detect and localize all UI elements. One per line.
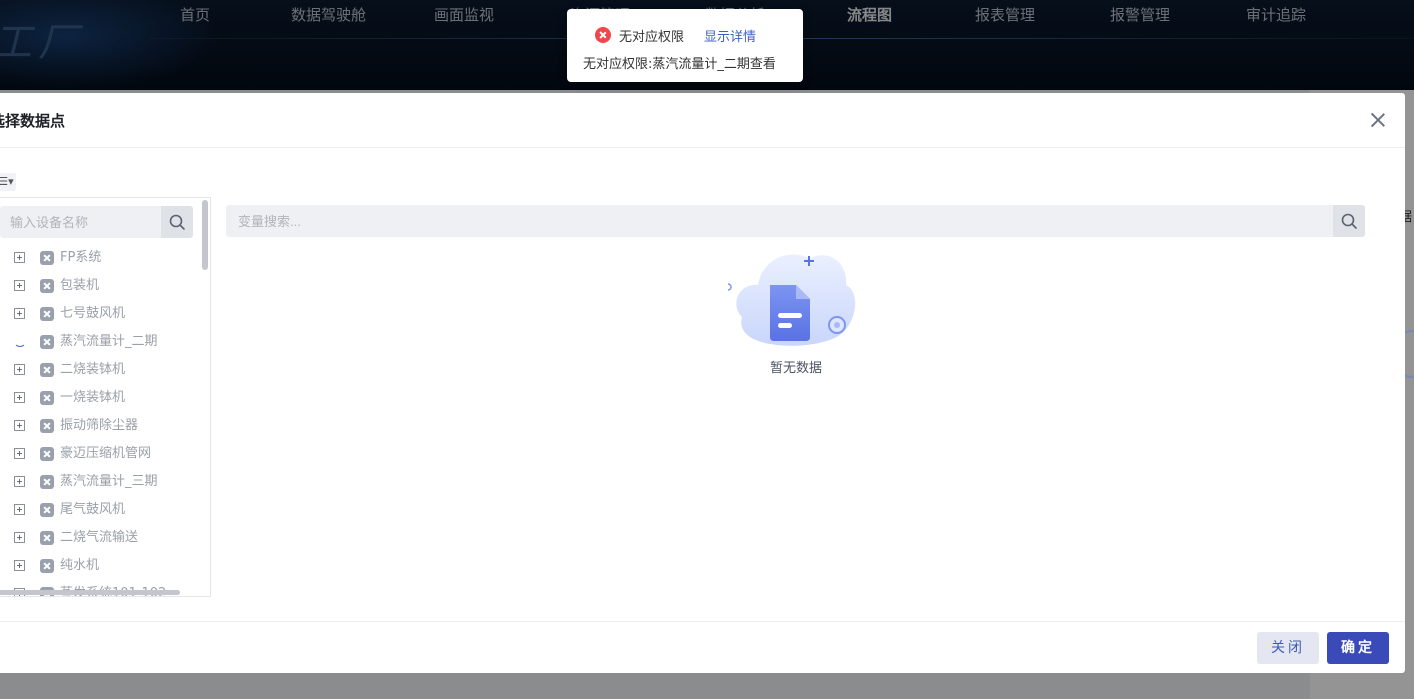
expand-icon[interactable] xyxy=(14,280,25,291)
device-icon xyxy=(40,475,54,489)
variable-search-input[interactable] xyxy=(226,205,1326,237)
toast-message: 无对应权限:蒸汽流量计_二期查看 xyxy=(583,57,776,72)
show-details-link[interactable]: 显示详情 xyxy=(704,26,756,45)
tree-node-label[interactable]: 振动筛除尘器 xyxy=(60,412,138,440)
tree-node[interactable]: 振动筛除尘器 xyxy=(0,412,200,440)
variable-search xyxy=(226,205,1365,237)
expand-icon[interactable] xyxy=(14,252,25,263)
expand-icon[interactable] xyxy=(14,308,25,319)
device-icon xyxy=(40,335,54,349)
device-icon xyxy=(40,251,54,265)
toast-title: 无对应权限 xyxy=(619,30,685,45)
device-search-input[interactable] xyxy=(0,206,160,238)
expand-icon[interactable] xyxy=(14,476,25,487)
tree-node[interactable]: 一烧装钵机 xyxy=(0,384,200,412)
device-icon xyxy=(40,279,54,293)
tree-node[interactable]: 尾气鼓风机 xyxy=(0,496,200,524)
tree-node-label[interactable]: FP系统 xyxy=(60,244,101,272)
expand-icon[interactable] xyxy=(14,364,25,375)
tree-node[interactable]: 二烧装钵机 xyxy=(0,356,200,384)
tree-node-label[interactable]: 蒸汽流量计_二期 xyxy=(60,328,158,356)
dialog-header: 选择数据点 xyxy=(0,93,1405,148)
tree-node[interactable]: 蒸汽流量计_二期 xyxy=(0,328,200,356)
tree-node-label[interactable]: 一烧装钵机 xyxy=(60,384,125,412)
dialog-footer: 关闭 确定 xyxy=(0,621,1405,674)
device-tree-panel: FP系统 包装机 七号鼓风机 蒸汽流量计_二期 二烧装钵机 一烧装钵机 振动筛除… xyxy=(0,197,211,597)
tree-node[interactable]: 七号鼓风机 xyxy=(0,300,200,328)
tree-horizontal-scrollbar[interactable] xyxy=(0,590,180,595)
expand-icon[interactable] xyxy=(14,420,25,431)
error-icon xyxy=(595,27,611,43)
tree-node-label[interactable]: 七号鼓风机 xyxy=(60,300,125,328)
empty-data-text: 暂无数据 xyxy=(769,361,822,376)
device-icon xyxy=(40,363,54,377)
device-icon xyxy=(40,559,54,573)
device-search xyxy=(0,206,193,238)
tree-node-label[interactable]: 二烧装钵机 xyxy=(60,356,125,384)
expand-icon[interactable] xyxy=(14,392,25,403)
permission-error-toast: 无对应权限 显示详情 无对应权限:蒸汽流量计_二期查看 xyxy=(567,9,803,82)
tree-node[interactable]: 豪迈压缩机管网 xyxy=(0,440,200,468)
search-icon xyxy=(1341,213,1357,229)
expand-icon[interactable] xyxy=(14,560,25,571)
search-icon xyxy=(169,214,185,230)
tree-node-label[interactable]: 豪迈压缩机管网 xyxy=(60,440,151,468)
expand-icon[interactable] xyxy=(14,448,25,459)
tree-node[interactable]: FP系统 xyxy=(0,244,200,272)
device-icon xyxy=(40,419,54,433)
expand-icon[interactable] xyxy=(14,504,25,515)
device-icon xyxy=(40,391,54,405)
tree-node[interactable]: 包装机 xyxy=(0,272,200,300)
loading-spinner-icon xyxy=(14,336,26,347)
list-icon[interactable]: ☰▾ xyxy=(0,173,16,191)
tree-node-label[interactable]: 蒸汽流量计_三期 xyxy=(60,468,158,496)
device-icon xyxy=(40,307,54,321)
tree-node-label[interactable]: 包装机 xyxy=(60,272,99,300)
tree-node[interactable]: 二烧气流输送 xyxy=(0,524,200,552)
variable-search-button[interactable] xyxy=(1333,205,1365,237)
confirm-button[interactable]: 确定 xyxy=(1327,632,1389,664)
empty-data-illustration-icon xyxy=(728,254,856,346)
close-icon[interactable] xyxy=(1368,110,1388,130)
device-tree: FP系统 包装机 七号鼓风机 蒸汽流量计_二期 二烧装钵机 一烧装钵机 振动筛除… xyxy=(0,244,200,596)
device-search-button[interactable] xyxy=(161,206,193,238)
tree-node[interactable]: 纯水机 xyxy=(0,552,200,580)
device-icon xyxy=(40,531,54,545)
dialog-title: 选择数据点 xyxy=(0,112,66,130)
tree-node-label[interactable]: 尾气鼓风机 xyxy=(60,496,125,524)
expand-icon[interactable] xyxy=(14,532,25,543)
device-icon xyxy=(40,447,54,461)
tree-node-label[interactable]: 纯水机 xyxy=(60,552,99,580)
close-button[interactable]: 关闭 xyxy=(1257,632,1319,664)
select-datapoint-dialog: 选择数据点 ☰▾ FP系统 包装机 七号鼓风机 蒸汽流量计_二期 二烧装钵机 一… xyxy=(0,93,1405,673)
tree-node[interactable]: 蒸汽流量计_三期 xyxy=(0,468,200,496)
tree-vertical-scrollbar[interactable] xyxy=(202,200,208,270)
device-icon xyxy=(40,503,54,517)
tree-node-label[interactable]: 二烧气流输送 xyxy=(60,524,138,552)
